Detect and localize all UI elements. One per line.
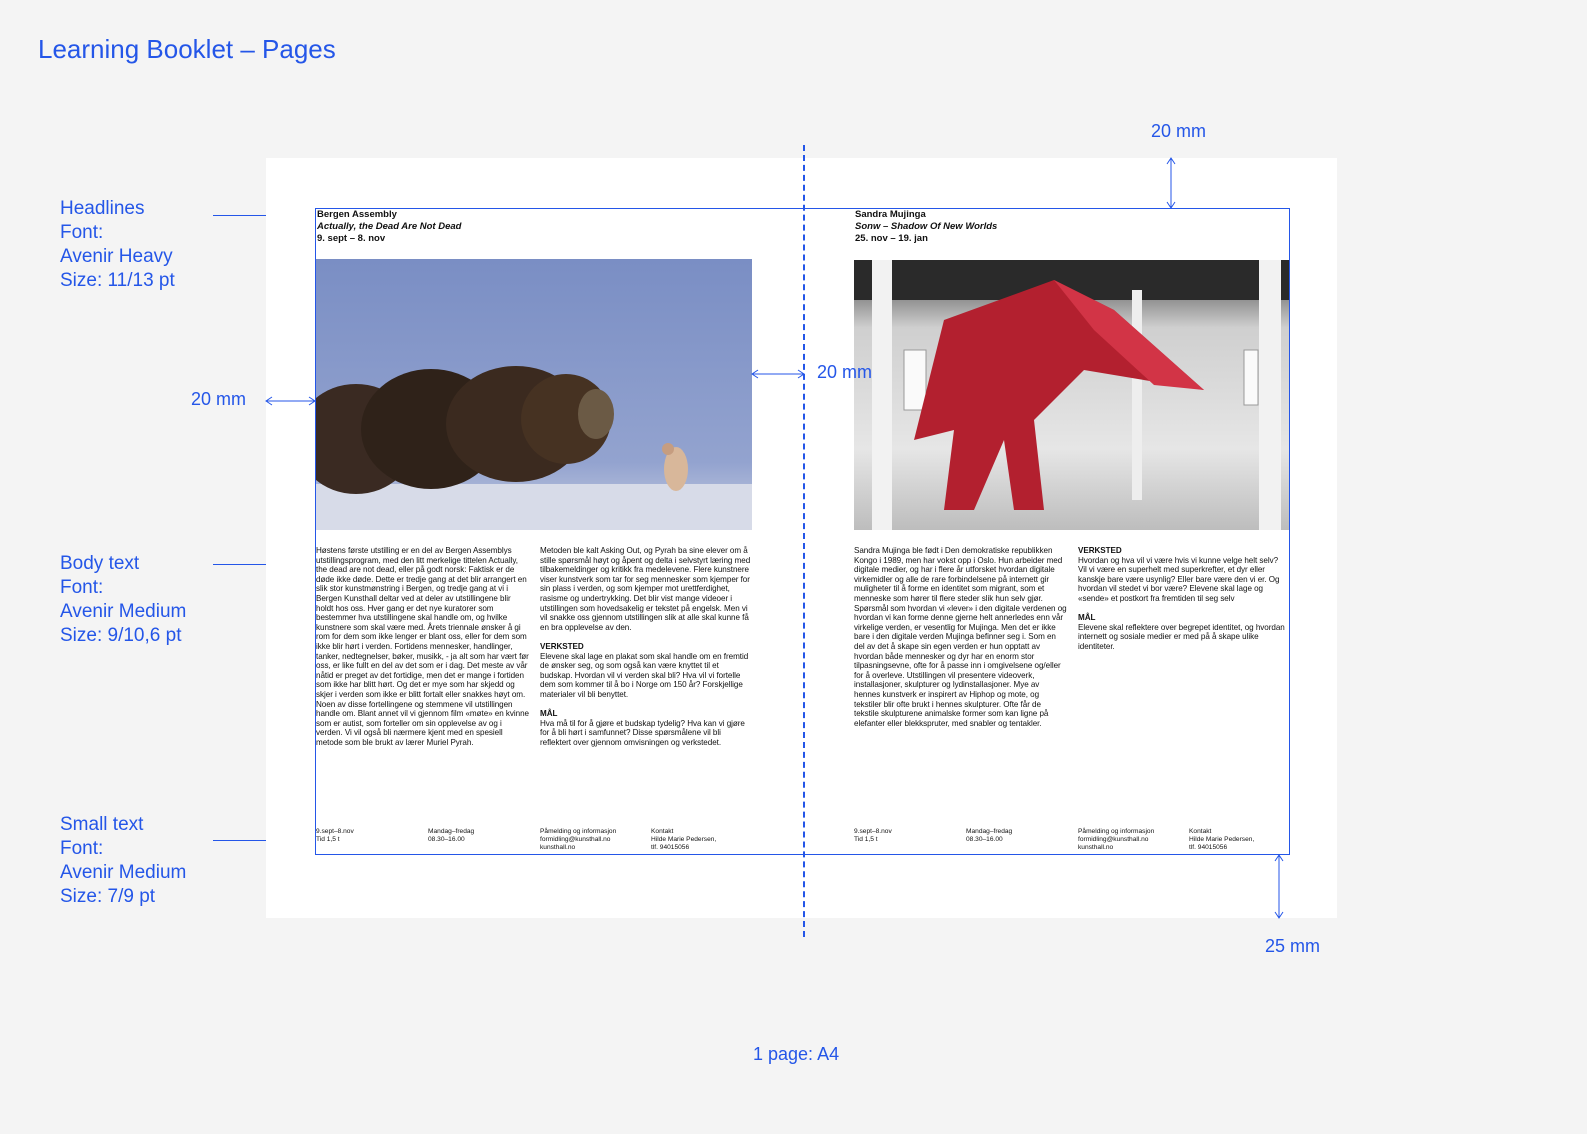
annotation-line: Size: 7/9 pt [60,886,156,907]
footer-line: Hilde Marie Pedersen, [651,836,717,843]
body-paragraph: Høstens første utstilling er en del av B… [316,546,529,747]
margin-inner-label: 20 mm [817,362,873,382]
musk-oxen-photo [316,259,752,530]
footer-hours: Mandag–fredag 08.30–16.00 [966,828,1076,844]
artist: Sandra Mujinga [855,209,926,220]
footer-line: 08.30–16.00 [966,836,1003,843]
exhibition-title: Sonw – Shadow Of New Worlds [855,221,998,232]
footer-signup: Påmelding og informasjon formidling@kunst… [540,828,650,852]
margin-bottom-label: 25 mm [1265,936,1321,956]
footer-line: 9.sept–8.nov [316,828,354,835]
footer-signup: Påmelding og informasjon formidling@kunst… [1078,828,1188,852]
footer-line: Påmelding og informasjon [1078,828,1155,835]
footer-line: Kontakt [651,828,674,835]
body-paragraph: Hvordan og hva vil vi være hvis vi kunne… [1078,555,1280,603]
left-headline: Bergen Assembly Actually, the Dead Are N… [317,209,461,245]
footer-line: Kontakt [1189,828,1212,835]
body-annotation: Body text Font: Avenir Medium Size: 9/10… [60,552,186,648]
annotation-line: Avenir Medium [60,601,187,622]
annotation-line: Small text [60,814,144,835]
page-size-label: 1 page: A4 [753,1044,840,1064]
body-paragraph: Metoden ble kalt Asking Out, og Pyrah ba… [540,546,751,632]
right-body-col2: VERKSTED Hvordan og hva vil vi være hvis … [1078,546,1288,661]
footer-contact: Kontakt Hilde Marie Pedersen, tlf. 9401505… [1189,828,1299,852]
annotation-line: Avenir Heavy [60,246,173,267]
footer-line: Mandag–fredag [428,828,475,835]
left-body-col1: Høstens første utstilling er en del av B… [316,546,529,757]
annotation-line: Size: 11/13 pt [60,270,175,291]
fold-line [803,145,805,937]
footer-line: 08.30–16.00 [428,836,465,843]
footer-email-link[interactable]: formidling@kunsthall.no [540,836,650,844]
right-body-col1: Sandra Mujinga ble født i Den demokratis… [854,546,1067,738]
footer-website-link[interactable]: kunsthall.no [1078,844,1188,852]
artist: Bergen Assembly [317,209,397,220]
annotation-line: Size: 9/10,6 pt [60,625,182,646]
footer-contact: Kontakt Hilde Marie Pedersen, tlf. 9401505… [651,828,761,852]
annotation-line: Font: [60,222,104,243]
footer-dates: 9.sept–8.nov Tid 1,5 t [316,828,426,844]
body-paragraph: Hva må til for å gjøre et budskap tydeli… [540,718,745,747]
leader-line [213,840,266,841]
footer-line: 9.sept–8.nov [854,828,892,835]
section-heading: VERKSTED [1078,546,1122,555]
footer-phone: tlf. 94015056 [651,844,690,851]
leader-line [213,564,266,565]
margin-top-label: 20 mm [1151,121,1207,141]
footer-line: Hilde Marie Pedersen, [1189,836,1255,843]
annotation-line: Font: [60,838,104,859]
page-title: Learning Booklet – Pages [38,34,336,64]
section-heading: MÅL [540,709,558,719]
footer-website-link[interactable]: kunsthall.no [540,844,650,852]
red-textile-sculpture-photo [854,260,1289,530]
footer-line: Påmelding og informasjon [540,828,617,835]
dates: 25. nov – 19. jan [855,233,928,244]
right-headline: Sandra Mujinga Sonw – Shadow Of New Worl… [855,209,997,245]
body-paragraph: Sandra Mujinga ble født i Den demokratis… [854,546,1067,728]
annotation-line: Avenir Medium [60,862,187,883]
annotation-line: Headlines [60,198,145,219]
left-body-col2: Metoden ble kalt Asking Out, og Pyrah ba… [540,546,753,757]
footer-line: Tid 1,5 t [854,836,878,843]
section-heading: VERKSTED [540,641,584,651]
body-paragraph: Elevene skal reflektere over begrepet id… [1078,622,1285,651]
exhibition-title: Actually, the Dead Are Not Dead [317,221,462,232]
small-annotation: Small text Font: Avenir Medium Size: 7/9… [60,813,186,909]
body-paragraph: Elevene skal lage en plakat som skal han… [540,651,749,699]
footer-line: Mandag–fredag [966,828,1013,835]
footer-line: Tid 1,5 t [316,836,340,843]
margin-outer-label: 20 mm [191,389,247,409]
footer-phone: tlf. 94015056 [1189,844,1228,851]
footer-email-link[interactable]: formidling@kunsthall.no [1078,836,1188,844]
headlines-annotation: Headlines Font: Avenir Heavy Size: 11/13… [60,197,175,293]
leader-line [213,215,266,216]
footer-hours: Mandag–fredag 08.30–16.00 [428,828,538,844]
annotation-line: Font: [60,577,104,598]
section-heading: MÅL [1078,613,1096,623]
dates: 9. sept – 8. nov [317,233,386,244]
footer-dates: 9.sept–8.nov Tid 1,5 t [854,828,964,844]
annotation-line: Body text [60,553,140,574]
